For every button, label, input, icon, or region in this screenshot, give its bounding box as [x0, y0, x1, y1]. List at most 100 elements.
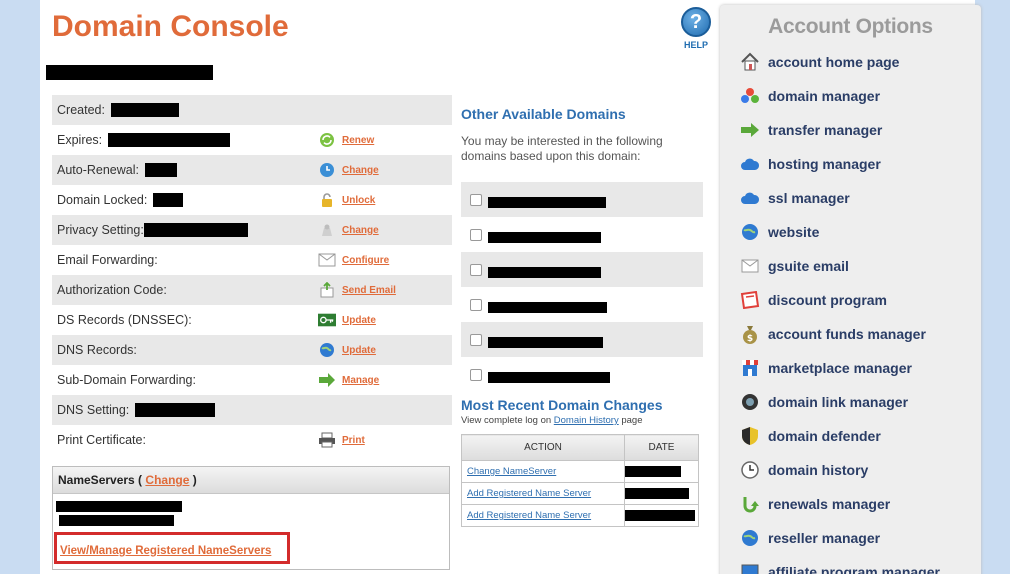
change-action-link[interactable]: Add Registered Name Server	[467, 510, 591, 521]
domain-checkbox[interactable]	[470, 193, 482, 206]
detail-row-privacy: Privacy Setting: Change	[52, 215, 452, 245]
sidebar-item-reseller-manager[interactable]: reseller manager	[720, 521, 981, 555]
recent-changes-section: Most Recent Domain Changes View complete…	[461, 397, 703, 426]
available-domain-row	[461, 357, 703, 392]
sidebar-item-marketplace-manager[interactable]: marketplace manager	[720, 351, 981, 385]
detail-row-dns-records: DNS Records: Update	[52, 335, 452, 365]
sidebar-item-domain-manager[interactable]: domain manager	[720, 79, 981, 113]
table-row: Change NameServer	[461, 460, 699, 483]
sidebar-item-gsuite-email[interactable]: gsuite email	[720, 249, 981, 283]
sidebar-item-ssl-manager[interactable]: ssl manager	[720, 181, 981, 215]
redacted-value	[143, 223, 248, 237]
redacted-date	[625, 465, 681, 477]
ds-records-update-link[interactable]: Update	[342, 315, 376, 326]
detail-row-print-certificate: Print Certificate: Print	[57, 432, 365, 448]
cloud-icon	[740, 188, 760, 208]
sidebar-item-domain-defender[interactable]: domain defender	[720, 419, 981, 453]
detail-row-auto-renewal: Auto-Renewal: Change	[52, 155, 452, 185]
available-domain-row	[461, 217, 703, 252]
recent-changes-table: ACTION DATE Change NameServer Add Regist…	[461, 434, 699, 527]
envelope-icon	[740, 256, 760, 276]
redacted-date	[625, 509, 695, 521]
domain-checkbox[interactable]	[470, 228, 482, 241]
renew-icon	[318, 131, 336, 149]
redacted-value	[153, 193, 184, 207]
redacted-value	[145, 163, 177, 177]
transfer-arrow-icon	[740, 120, 760, 140]
home-icon	[740, 52, 760, 72]
configure-link[interactable]: Configure	[342, 255, 389, 266]
available-domain-row	[461, 287, 703, 322]
redacted-domain	[488, 232, 601, 243]
renew-link[interactable]: Renew	[342, 135, 374, 146]
available-domain-row	[461, 182, 703, 217]
unlock-link[interactable]: Unlock	[342, 195, 375, 206]
question-icon: ?	[681, 7, 711, 37]
nameservers-header: NameServers ( Change )	[53, 467, 449, 494]
dns-records-update-link[interactable]: Update	[342, 345, 376, 356]
domain-checkbox[interactable]	[470, 298, 482, 311]
other-domains-description: You may be interested in the following d…	[461, 134, 663, 163]
redacted-nameserver	[59, 515, 174, 527]
sidebar-item-account-home[interactable]: account home page	[720, 45, 981, 79]
domain-checkbox[interactable]	[470, 263, 482, 276]
redacted-value	[108, 133, 231, 147]
redacted-domain	[488, 302, 607, 313]
nameservers-change-link[interactable]: Change	[145, 473, 189, 487]
print-link[interactable]: Print	[342, 435, 365, 446]
clock-icon	[740, 460, 760, 480]
help-button[interactable]: ? HELP	[678, 7, 714, 50]
sidebar-menu: account home page domain manager transfe…	[720, 45, 981, 574]
auto-renewal-change-link[interactable]: Change	[342, 165, 379, 176]
domain-details-table: Created: Expires: Renew Auto-Renewal: Ch…	[52, 95, 452, 455]
sidebar-item-domain-history[interactable]: domain history	[720, 453, 981, 487]
domain-history-link[interactable]: Domain History	[554, 415, 619, 426]
domain-checkbox[interactable]	[470, 368, 482, 381]
svg-text:$: $	[747, 334, 753, 344]
available-domain-row	[461, 322, 703, 357]
manage-link[interactable]: Manage	[342, 375, 379, 386]
domain-balls-icon	[740, 86, 760, 106]
sidebar-item-domain-link-manager[interactable]: domain link manager	[720, 385, 981, 419]
nameservers-panel: NameServers ( Change ) View/Manage Regis…	[52, 466, 450, 570]
recent-changes-description: View complete log on Domain History page	[461, 415, 643, 426]
sidebar-item-renewals-manager[interactable]: renewals manager	[720, 487, 981, 521]
other-domains-title: Other Available Domains	[461, 106, 626, 122]
globe-icon	[740, 528, 760, 548]
column-header-action: ACTION	[461, 434, 625, 461]
monitor-icon	[740, 562, 760, 574]
detail-row-created: Created:	[52, 95, 452, 125]
column-header-date: DATE	[624, 434, 699, 461]
recent-changes-title: Most Recent Domain Changes	[461, 397, 663, 413]
sidebar-item-account-funds[interactable]: $ account funds manager	[720, 317, 981, 351]
detail-row-domain-locked: Domain Locked: Unlock	[57, 193, 376, 207]
detail-row-authorization-code: Authorization Code: Send Email	[52, 275, 452, 305]
sidebar-item-website[interactable]: website	[720, 215, 981, 249]
manage-registered-nameservers-link[interactable]: View/Manage Registered NameServers	[60, 545, 271, 557]
change-action-link[interactable]: Add Registered Name Server	[467, 488, 591, 499]
redacted-domain	[488, 372, 610, 383]
privacy-change-link[interactable]: Change	[342, 225, 379, 236]
sidebar-item-hosting-manager[interactable]: hosting manager	[720, 147, 981, 181]
detail-row-email-forwarding: Email Forwarding: Configure	[57, 253, 390, 267]
help-label: HELP	[683, 40, 708, 50]
page: Domain Console ? HELP Created: Expires: …	[40, 0, 981, 574]
domain-checkbox[interactable]	[470, 333, 482, 346]
ticket-icon	[740, 290, 760, 310]
storefront-icon	[740, 358, 760, 378]
sidebar-item-affiliate-program[interactable]: affiliate program manager	[720, 555, 981, 574]
account-options-sidebar: Account Options account home page domain…	[720, 5, 981, 574]
change-action-link[interactable]: Change NameServer	[467, 466, 556, 477]
mail-send-icon	[318, 281, 336, 299]
manage-nameservers-highlight: View/Manage Registered NameServers	[54, 532, 290, 564]
sidebar-item-discount-program[interactable]: discount program	[720, 283, 981, 317]
detail-row-ds-records: DS Records (DNSSEC): Update	[57, 313, 376, 327]
privacy-icon	[318, 221, 336, 239]
available-domain-row	[461, 252, 703, 287]
globe-icon	[740, 222, 760, 242]
sidebar-item-transfer-manager[interactable]: transfer manager	[720, 113, 981, 147]
send-email-link[interactable]: Send Email	[342, 285, 396, 296]
detail-row-dns-setting: DNS Setting:	[52, 395, 452, 425]
redacted-date	[625, 487, 689, 499]
shield-icon	[740, 426, 760, 446]
